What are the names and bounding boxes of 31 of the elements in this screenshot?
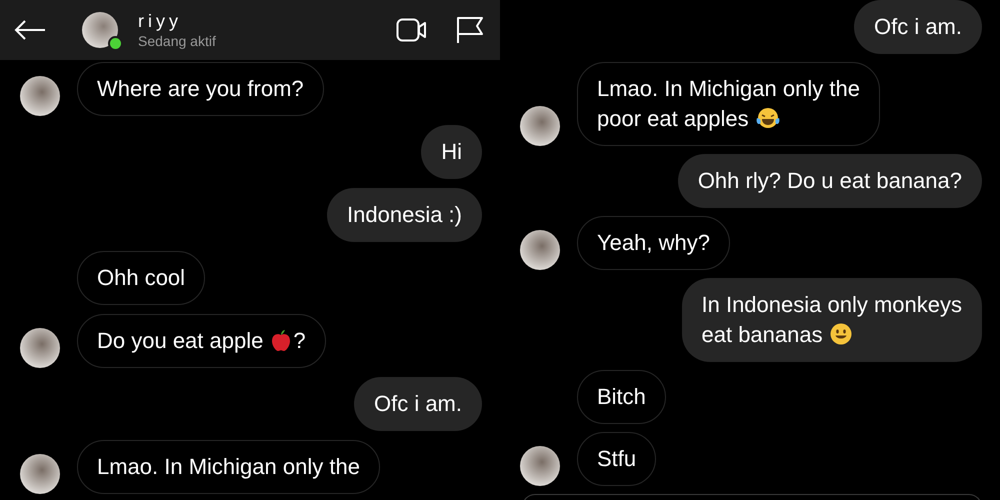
avatar[interactable]: [20, 328, 60, 368]
message-text: ?: [293, 328, 306, 353]
avatar[interactable]: [20, 76, 60, 116]
flag-icon[interactable]: [456, 16, 484, 44]
message-text: Stfu: [597, 446, 636, 471]
avatar[interactable]: [520, 446, 560, 486]
message-text: Hi: [441, 139, 462, 164]
contact-name: riyy: [138, 10, 183, 32]
laughing-face-icon: [754, 106, 781, 130]
message-text: Ohh cool: [97, 265, 186, 290]
message-text: Indonesia :): [347, 202, 462, 227]
message-text: Ofc i am.: [874, 14, 962, 39]
video-camera-icon[interactable]: [396, 18, 428, 42]
message-text: Lmao. In Michigan only the: [97, 454, 360, 479]
message-text: Where are you from?: [97, 76, 304, 101]
avatar[interactable]: [20, 454, 60, 494]
message-text: Bitch: [597, 384, 646, 409]
avatar[interactable]: [520, 230, 560, 270]
message-text: Yeah, why?: [597, 230, 710, 255]
activity-status: Sedang aktif: [138, 32, 217, 50]
avatar[interactable]: [520, 106, 560, 146]
message-text: In Indonesia only monkeys: [702, 292, 962, 317]
message-text: eat bananas: [702, 322, 823, 347]
message-text: Ofc i am.: [374, 391, 462, 416]
message-text: Do you eat apple: [97, 328, 264, 353]
message-text: poor eat apples: [597, 106, 749, 131]
back-arrow-icon[interactable]: [14, 19, 46, 41]
avatar[interactable]: [82, 12, 118, 48]
message-text: Ohh rly? Do u eat banana?: [698, 168, 962, 193]
smiling-face-icon: [828, 322, 853, 346]
message-text: Lmao. In Michigan only the: [597, 76, 860, 101]
